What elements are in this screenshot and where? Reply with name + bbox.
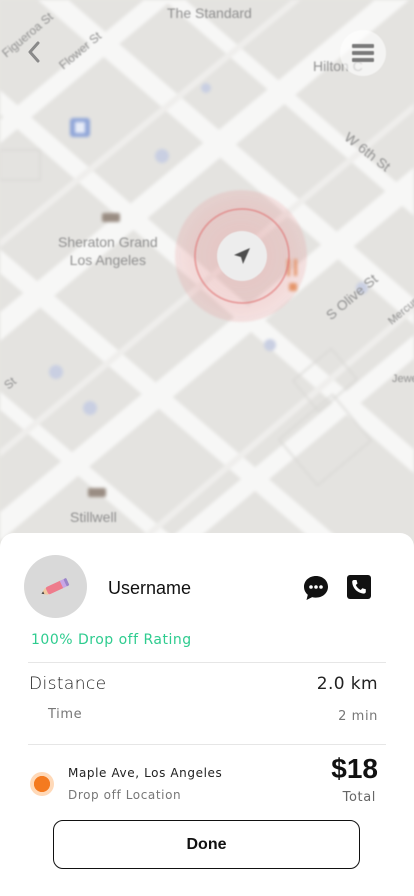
done-button[interactable]: Done [53,820,360,869]
call-button[interactable] [346,574,372,600]
drop-off-location-label: Drop off Location [68,788,182,802]
drop-off-address: Maple Ave, Los Angeles [68,766,223,780]
map-label-stillwell: Stillwell [70,509,117,525]
back-button[interactable] [22,38,46,66]
divider [28,744,386,745]
divider [28,662,386,663]
time-value: 2 min [338,709,378,724]
trip-summary-sheet: Username 100% Drop off Rating Distance 2… [0,533,414,896]
chevron-left-icon [28,41,40,63]
current-location-button[interactable] [217,231,267,281]
map-label-jewe: Jewe [392,373,414,385]
chat-button[interactable] [302,574,330,602]
username: Username [108,578,192,598]
pencil-avatar-icon [40,577,69,595]
map-view[interactable]: The Standard Hilton C W 6th St Sheraton … [0,0,414,560]
hamburger-menu-icon [352,44,374,62]
navigation-arrow-icon [234,248,250,264]
distance-value: 2.0 km [316,674,378,694]
map-label-standard: The Standard [167,5,252,21]
trip-price: $18 [331,753,378,784]
time-label: Time [48,707,83,722]
avatar [24,555,87,618]
drop-off-location-dot [30,772,54,796]
chat-bubble-icon [304,576,328,600]
distance-label: Distance [29,674,107,694]
menu-button[interactable] [340,30,386,76]
map-label-sheraton: Sheraton Grand Los Angeles [58,234,158,268]
price-total-label: Total [342,790,376,805]
drop-off-rating: 100% Drop off Rating [31,632,192,648]
phone-icon [347,575,371,599]
